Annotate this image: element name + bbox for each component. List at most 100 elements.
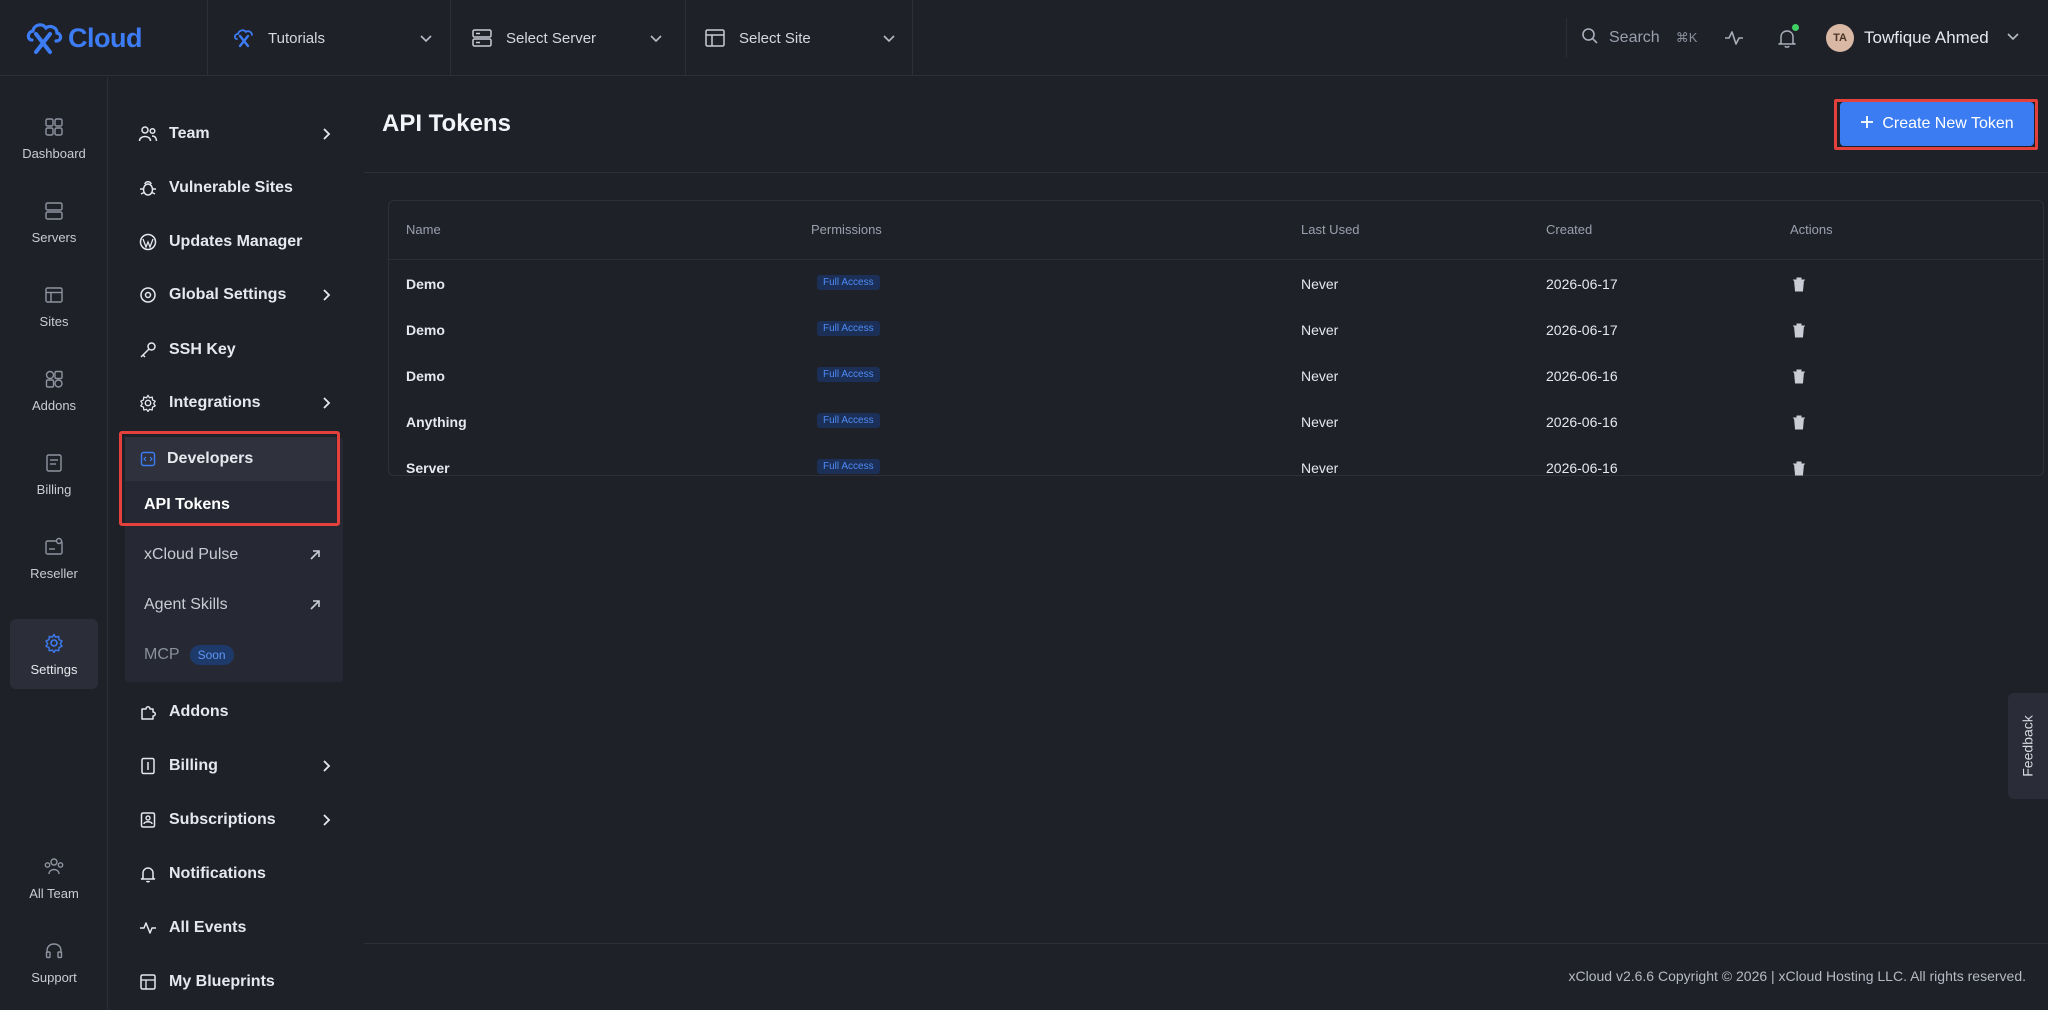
highlight-annotation	[119, 431, 340, 526]
notification-dot	[1792, 24, 1799, 31]
search-button[interactable]: Search ⌘K	[1566, 18, 1700, 58]
external-link-icon[interactable]	[306, 596, 324, 614]
bug-icon	[137, 177, 159, 199]
submenu-item-xcloud-pulse[interactable]: xCloud Pulse	[144, 540, 238, 570]
submenu-item-mcp: MCP Soon	[144, 640, 234, 670]
addons-icon	[43, 368, 65, 390]
gear-icon	[137, 392, 159, 414]
activity-pulse-icon[interactable]	[1722, 26, 1746, 50]
chevron-down-icon	[414, 26, 438, 50]
menu-label: Addons	[169, 703, 229, 720]
team-selector-label: Tutorials	[268, 29, 325, 47]
notifications-bell-icon[interactable]	[1775, 24, 1799, 50]
token-name: Server	[406, 460, 450, 476]
site-icon	[43, 284, 65, 306]
rail-item-sites[interactable]: Sites	[10, 271, 98, 341]
rail-item-billing[interactable]: Billing	[10, 439, 98, 509]
dashboard-icon	[43, 116, 65, 138]
table-row: Server Full Access Never 2026-06-16	[389, 444, 2045, 490]
menu-label: Global Settings	[169, 286, 287, 303]
created-date: 2026-06-16	[1546, 368, 1618, 384]
last-used: Never	[1301, 322, 1339, 338]
key-icon	[137, 339, 159, 361]
feedback-label: Feedback	[2020, 715, 2037, 777]
column-header-permissions: Permissions	[811, 222, 882, 237]
token-name: Anything	[406, 414, 467, 430]
token-name: Demo	[406, 368, 445, 384]
menu-label: Team	[169, 125, 210, 142]
user-menu[interactable]: TA Towfique Ahmed	[1826, 22, 2021, 54]
divider	[912, 0, 913, 76]
created-date: 2026-06-16	[1546, 460, 1618, 476]
trash-icon[interactable]	[1791, 460, 1807, 476]
site-selector-label: Select Site	[739, 29, 811, 47]
trash-icon[interactable]	[1791, 414, 1807, 430]
brand-logo[interactable]: Cloud	[24, 16, 142, 60]
page-title: API Tokens	[382, 110, 511, 137]
reseller-icon	[43, 536, 65, 558]
bell-icon	[137, 863, 159, 885]
menu-label: Notifications	[169, 865, 266, 882]
server-selector-label: Select Server	[506, 29, 597, 47]
chevron-right-icon	[316, 285, 336, 305]
permission-badge: Full Access	[817, 459, 880, 474]
submenu-item-agent-skills[interactable]: Agent Skills	[144, 590, 228, 620]
last-used: Never	[1301, 414, 1339, 430]
server-selector[interactable]: Select Server	[470, 18, 668, 58]
billing-icon	[43, 452, 65, 474]
rail-item-support[interactable]: Support	[10, 927, 98, 997]
user-name: Towfique Ahmed	[1864, 28, 1989, 47]
chevron-right-icon	[316, 756, 336, 776]
menu-label: Billing	[169, 757, 218, 774]
search-icon	[1581, 27, 1599, 50]
server-icon	[470, 26, 494, 50]
highlight-annotation	[1834, 99, 2038, 150]
app-window: Cloud Tutorials Select Server Select Sit…	[0, 0, 2048, 1010]
soon-badge: Soon	[189, 645, 234, 665]
puzzle-icon	[137, 701, 159, 723]
permission-badge: Full Access	[817, 275, 880, 290]
xcloud-logo-icon	[26, 23, 63, 54]
chevron-down-icon	[877, 26, 901, 50]
permission-badge: Full Access	[817, 321, 880, 336]
trash-icon[interactable]	[1791, 368, 1807, 384]
last-used: Never	[1301, 276, 1339, 292]
settings-icon	[43, 632, 65, 654]
main-content: API Tokens Create New Token Name Permiss…	[364, 77, 2048, 1010]
rail-item-addons[interactable]: Addons	[10, 355, 98, 425]
site-selector[interactable]: Select Site	[703, 18, 901, 58]
permission-badge: Full Access	[817, 367, 880, 382]
column-header-actions: Actions	[1790, 222, 1833, 237]
submenu-label: MCP	[144, 646, 180, 663]
chevron-down-icon	[644, 26, 668, 50]
menu-label: My Blueprints	[169, 973, 275, 990]
primary-nav-rail: Dashboard Servers Sites Addons Billing R…	[0, 77, 108, 1010]
rail-item-settings[interactable]: Settings	[10, 619, 98, 689]
divider	[685, 0, 686, 76]
avatar: TA	[1826, 24, 1854, 52]
column-header-created: Created	[1546, 222, 1593, 237]
rail-label: Servers	[31, 229, 77, 245]
page-header: API Tokens Create New Token	[364, 77, 2048, 173]
last-used: Never	[1301, 368, 1339, 384]
feedback-tab[interactable]: Feedback	[2008, 693, 2048, 799]
rail-item-reseller[interactable]: Reseller	[10, 523, 98, 593]
headset-icon	[43, 940, 65, 962]
team-selector[interactable]: Tutorials	[232, 18, 438, 58]
chevron-right-icon	[316, 393, 336, 413]
external-link-icon[interactable]	[306, 546, 324, 564]
rail-item-dashboard[interactable]: Dashboard	[10, 103, 98, 173]
rail-item-servers[interactable]: Servers	[10, 187, 98, 257]
table-row: Demo Full Access Never 2026-06-16	[389, 352, 2045, 398]
rail-label: Addons	[31, 397, 77, 413]
token-name: Demo	[406, 276, 445, 292]
api-tokens-table: Name Permissions Last Used Created Actio…	[388, 200, 2045, 476]
created-date: 2026-06-17	[1546, 276, 1618, 292]
rail-item-all-team[interactable]: All Team	[10, 843, 98, 913]
menu-label: Vulnerable Sites	[169, 179, 293, 196]
trash-icon[interactable]	[1791, 276, 1807, 292]
table-row: Demo Full Access Never 2026-06-17	[389, 260, 2045, 306]
xcloud-icon	[232, 26, 256, 50]
trash-icon[interactable]	[1791, 322, 1807, 338]
rail-label: Sites	[39, 313, 69, 329]
